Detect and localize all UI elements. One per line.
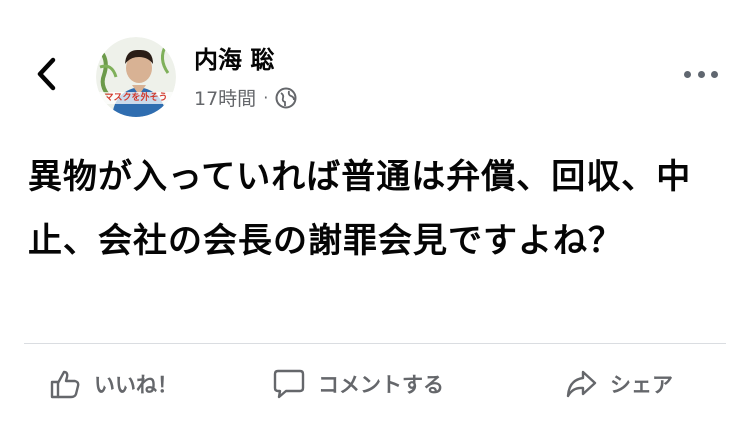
divider xyxy=(24,343,726,344)
action-bar: いいね！ コメントする シェア xyxy=(0,360,750,408)
share-icon xyxy=(566,370,597,398)
like-label: いいね！ xyxy=(94,373,178,397)
more-dot-icon xyxy=(684,70,691,78)
comment-label: コメントする xyxy=(318,373,444,397)
avatar[interactable]: マスクを外そう xyxy=(96,37,176,117)
meta-separator: · xyxy=(263,88,269,107)
comment-icon xyxy=(273,369,305,399)
post-header: マスクを外そう 内海 聡 17時間 · xyxy=(0,0,750,130)
more-dot-icon xyxy=(711,70,718,78)
like-button[interactable]: いいね！ xyxy=(48,360,178,408)
globe-icon xyxy=(275,87,297,108)
chevron-left-icon xyxy=(37,57,56,91)
back-button[interactable] xyxy=(26,52,66,96)
more-options-button[interactable] xyxy=(684,62,718,86)
share-label: シェア xyxy=(610,373,673,397)
avatar-image xyxy=(96,37,176,117)
post-meta: 17時間 · xyxy=(194,84,297,111)
post-body: 異物が入っていれば普通は弁償、回収、中止、会社の会長の謝罪会見ですよね？ xyxy=(28,157,692,261)
avatar-caption: マスクを外そう xyxy=(104,93,168,103)
post-time[interactable]: 17時間 xyxy=(194,84,256,111)
comment-button[interactable]: コメントする xyxy=(272,360,444,408)
author-name[interactable]: 内海 聡 xyxy=(194,40,274,75)
thumbs-up-icon xyxy=(50,370,80,399)
more-dot-icon xyxy=(697,70,705,78)
share-button[interactable]: シェア xyxy=(564,360,673,408)
